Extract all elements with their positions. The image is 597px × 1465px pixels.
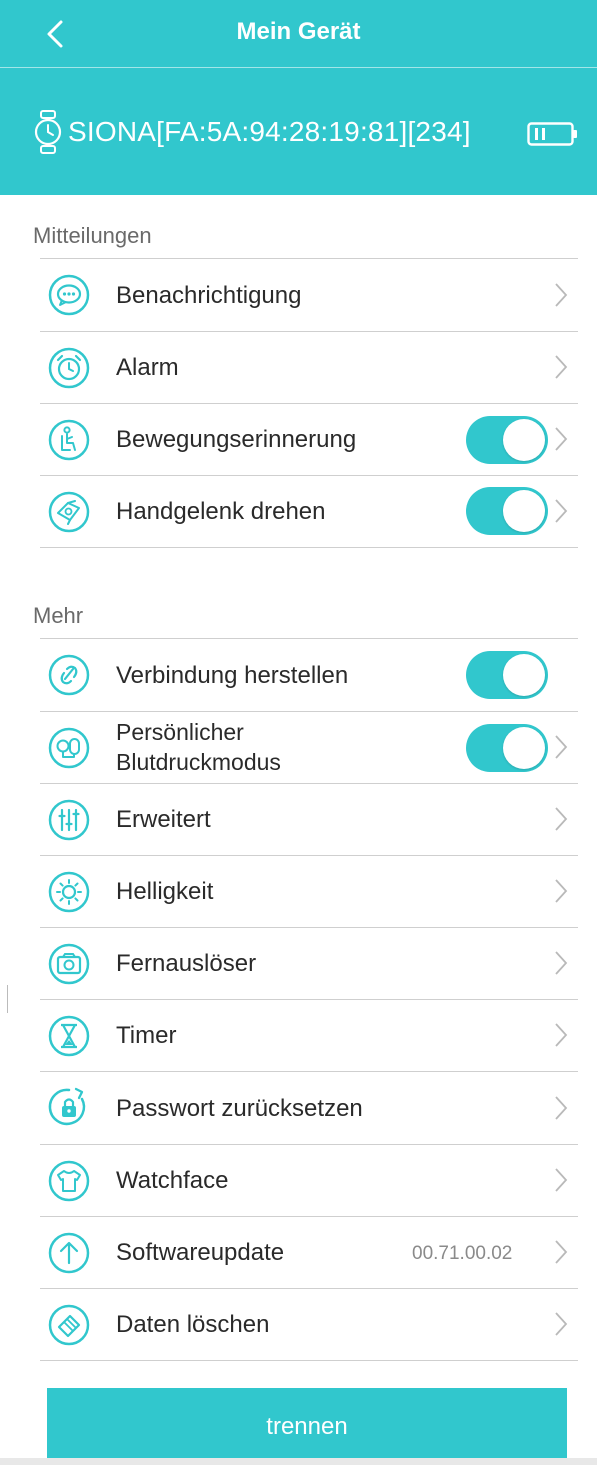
lock-reset-icon [48,1087,86,1126]
message-icon [48,274,90,316]
item-watchface[interactable]: Watchface [40,1145,578,1216]
item-label: Persönlicher Blutdruckmodus [116,717,416,777]
chevron-right-icon [555,427,568,451]
chevron-right-icon [555,1168,568,1192]
battery-icon [527,122,577,146]
item-label: Timer [116,1022,177,1049]
chevron-right-icon [555,1096,568,1120]
hourglass-icon [48,1015,90,1057]
chevron-right-icon [555,1240,568,1264]
chevron-right-icon [555,735,568,759]
firmware-version: 00.71.00.02 [412,1243,513,1264]
chevron-right-icon [555,1023,568,1047]
item-label: Bewegungserinnerung [116,426,357,453]
chevron-right-icon [555,951,568,975]
item-label: Alarm [116,354,179,381]
item-label: Handgelenk drehen [116,498,326,525]
arrow-up-icon [48,1232,90,1274]
link-icon [48,654,90,696]
alarm-clock-icon [48,347,90,389]
chevron-right-icon [555,1312,568,1336]
toggle-knob [503,727,545,769]
shirt-icon [48,1160,90,1202]
item-benachrichtigung[interactable]: Benachrichtigung [40,259,578,331]
toggle-knob [503,490,545,532]
item-erweitert[interactable]: Erweitert [40,784,578,855]
watch-icon [34,110,62,154]
item-timer[interactable]: Timer [40,1000,578,1071]
toggle-switch[interactable] [466,487,548,535]
item-bewegungserinnerung[interactable]: Bewegungserinnerung [40,404,578,475]
disconnect-button[interactable]: trennen [47,1388,567,1465]
eraser-icon [48,1304,90,1346]
item-passwort-zuruecksetzen[interactable]: Passwort zurücksetzen [40,1072,578,1144]
item-persoenlicher-blutdruckmodus[interactable]: Persönlicher Blutdruckmodus [40,712,578,783]
item-label: Passwort zurücksetzen [116,1095,363,1122]
edge-mark [7,985,8,1013]
brightness-icon [48,871,90,913]
nav-divider [0,67,597,68]
item-softwareupdate[interactable]: Softwareupdate 00.71.00.02 [40,1217,578,1288]
sliders-icon [48,799,90,841]
item-verbindung-herstellen[interactable]: Verbindung herstellen [40,639,578,711]
item-fernausloeser[interactable]: Fernauslöser [40,928,578,999]
wrist-turn-icon [48,491,90,533]
section-title-mitteilungen: Mitteilungen [33,223,152,248]
camera-icon [48,943,90,985]
item-alarm[interactable]: Alarm [40,332,578,403]
chevron-right-icon [555,283,568,307]
item-handgelenk-drehen[interactable]: Handgelenk drehen [40,476,578,547]
chevron-right-icon [555,499,568,523]
blood-pressure-icon [48,727,90,769]
device-name: SIONA[FA:5A:94:28:19:81][234] [68,116,471,147]
page-title: Mein Gerät [236,18,361,45]
item-label: Verbindung herstellen [116,662,349,689]
item-label-line2: Blutdruckmodus [116,749,281,775]
item-label: Helligkeit [116,878,214,905]
item-label: Daten löschen [116,1311,270,1338]
item-label: Softwareupdate [116,1239,285,1266]
chevron-right-icon [555,355,568,379]
toggle-knob [503,419,545,461]
item-label: Benachrichtigung [116,282,302,309]
item-label: Fernauslöser [116,950,257,977]
item-daten-loeschen[interactable]: Daten löschen [40,1289,578,1360]
divider [40,1360,578,1361]
chevron-right-icon [555,807,568,831]
nav-bar: Mein Gerät [0,0,597,67]
item-label: Watchface [116,1167,229,1194]
toggle-knob [503,654,545,696]
toggle-switch[interactable] [466,651,548,699]
device-info: SIONA[FA:5A:94:28:19:81][234] [34,108,589,156]
bottom-edge [0,1458,597,1465]
item-helligkeit[interactable]: Helligkeit [40,856,578,927]
sedentary-reminder-icon [48,419,90,461]
chevron-right-icon [555,879,568,903]
toggle-switch[interactable] [466,724,548,772]
item-label: Erweitert [116,806,211,833]
section-title-mehr: Mehr [33,603,84,628]
toggle-switch[interactable] [466,416,548,464]
divider [40,547,578,548]
header: Mein Gerät SIONA[FA:5A:94:28:19:81][234] [0,0,597,195]
item-label-line1: Persönlicher [116,719,244,745]
